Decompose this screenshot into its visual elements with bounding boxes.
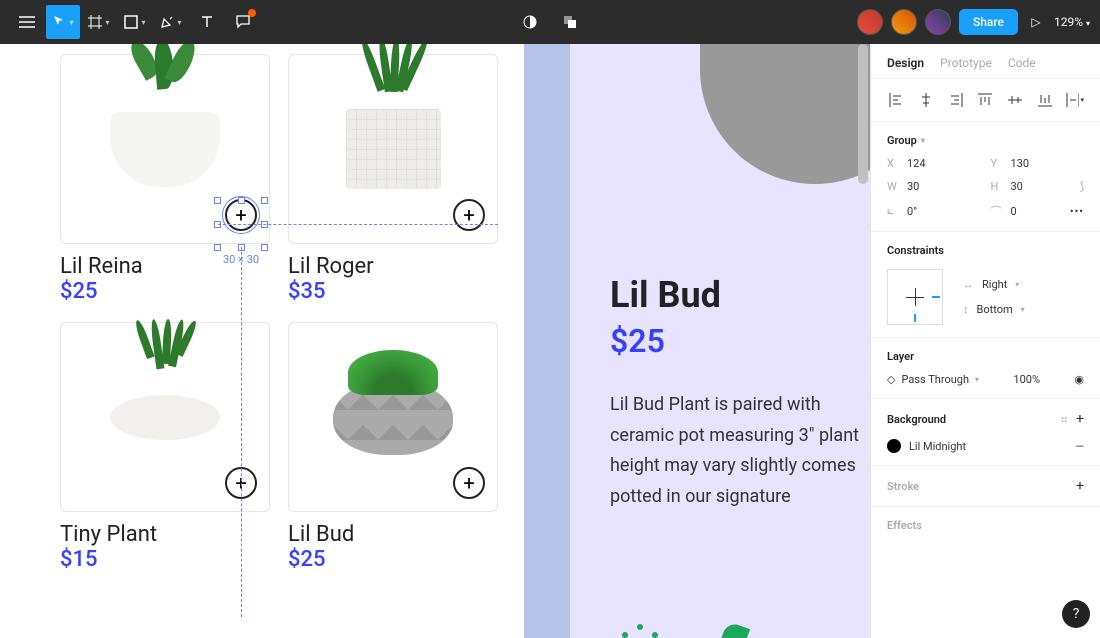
detail-description: Lil Bud Plant is paired with ceramic pot… [610,390,870,512]
detail-price: $25 [610,322,870,360]
contrast-icon[interactable] [513,5,547,39]
remove-fill-icon[interactable]: — [1075,440,1084,453]
collaborator-avatar[interactable] [857,9,883,35]
blend-mode[interactable]: ◇Pass Through ▾ [887,373,979,386]
detail-title: Lil Bud [610,274,870,316]
share-button[interactable]: Share [959,9,1018,35]
product-name: Lil Roger [288,254,498,279]
effects-header: Effects [887,519,922,532]
feature-icon [714,621,750,638]
corner-field[interactable]: ⌒0••• [991,203,1085,219]
visibility-icon[interactable]: ◉ [1074,373,1084,386]
product-card[interactable]: + Tiny Plant $15 [60,322,270,572]
move-tool[interactable]: ▾ [46,5,80,39]
layer-header: Layer [887,350,1084,363]
h-field[interactable]: H30⟆ [991,180,1085,193]
top-toolbar: ▾ ▾ ▾ ▾ Share ▷ 129% ▾ [0,0,1100,44]
constraint-widget[interactable] [887,269,943,325]
align-left-icon[interactable] [887,91,905,109]
feature-icon [620,624,660,638]
mask-icon[interactable] [553,5,587,39]
vertical-constraint[interactable]: ↕Bottom ▾ [963,303,1025,316]
notification-dot [248,9,256,17]
canvas[interactable]: + Lil Reina $25 + [0,44,870,638]
product-price: $25 [288,547,498,572]
menu-icon[interactable] [10,5,44,39]
collaborator-avatar[interactable] [891,9,917,35]
product-card[interactable]: + Lil Bud $25 [288,322,498,572]
product-image [700,44,870,184]
align-center-v-icon[interactable] [1006,91,1024,109]
opacity-field[interactable]: 100% [1013,373,1040,386]
frame-edge [524,44,570,638]
help-button[interactable]: ? [1062,600,1090,628]
align-bottom-icon[interactable] [1036,91,1054,109]
tab-prototype[interactable]: Prototype [940,56,992,70]
pen-tool[interactable]: ▾ [154,5,188,39]
add-fill-icon[interactable]: + [1076,411,1084,427]
properties-panel: Design Prototype Code ▾ Group ▾ X124 Y13… [870,44,1100,638]
tab-code[interactable]: Code [1008,56,1036,70]
constraints-header: Constraints [887,244,1084,257]
detail-frame[interactable]: Lil Bud $25 Lil Bud Plant is paired with… [570,44,870,638]
more-options-icon[interactable]: ••• [1070,205,1084,218]
x-field[interactable]: X124 [887,157,981,170]
distribute-icon[interactable]: ▾ [1066,91,1084,109]
product-price: $35 [288,279,498,304]
horizontal-constraint[interactable]: ↔Right ▾ [963,278,1025,291]
add-stroke-icon[interactable]: + [1076,478,1084,494]
text-tool[interactable] [190,5,224,39]
add-button[interactable]: + [225,199,257,231]
scrollbar[interactable] [858,44,868,184]
add-button[interactable]: + [453,467,485,499]
alignment-controls: ▾ [871,79,1100,122]
zoom-level[interactable]: 129% ▾ [1054,15,1090,29]
group-header[interactable]: Group ▾ [887,134,1084,147]
align-center-h-icon[interactable] [917,91,935,109]
collaborator-avatar[interactable] [925,9,951,35]
stroke-header: Stroke [887,480,919,493]
style-icon[interactable]: ⠶ [1060,413,1066,426]
present-icon[interactable]: ▷ [1026,15,1046,29]
align-right-icon[interactable] [947,91,965,109]
tab-design[interactable]: Design [887,56,924,70]
rotation-field[interactable]: ⟀0° [887,203,981,219]
y-field[interactable]: Y130 [991,157,1085,170]
align-top-icon[interactable] [976,91,994,109]
color-swatch[interactable] [887,439,901,453]
product-name: Lil Bud [288,522,498,547]
background-header: Background [887,413,946,426]
link-dimensions-icon[interactable]: ⟆ [1080,180,1084,193]
product-price: $25 [60,279,270,304]
w-field[interactable]: W30 [887,180,981,193]
comment-tool[interactable] [226,5,260,39]
product-name: Tiny Plant [60,522,270,547]
product-price: $15 [60,547,270,572]
color-name: Lil Midnight [909,440,966,453]
frame-tool[interactable]: ▾ [82,5,116,39]
shape-tool[interactable]: ▾ [118,5,152,39]
add-button[interactable]: + [453,199,485,231]
product-card[interactable]: + Lil Roger $35 [288,54,498,304]
